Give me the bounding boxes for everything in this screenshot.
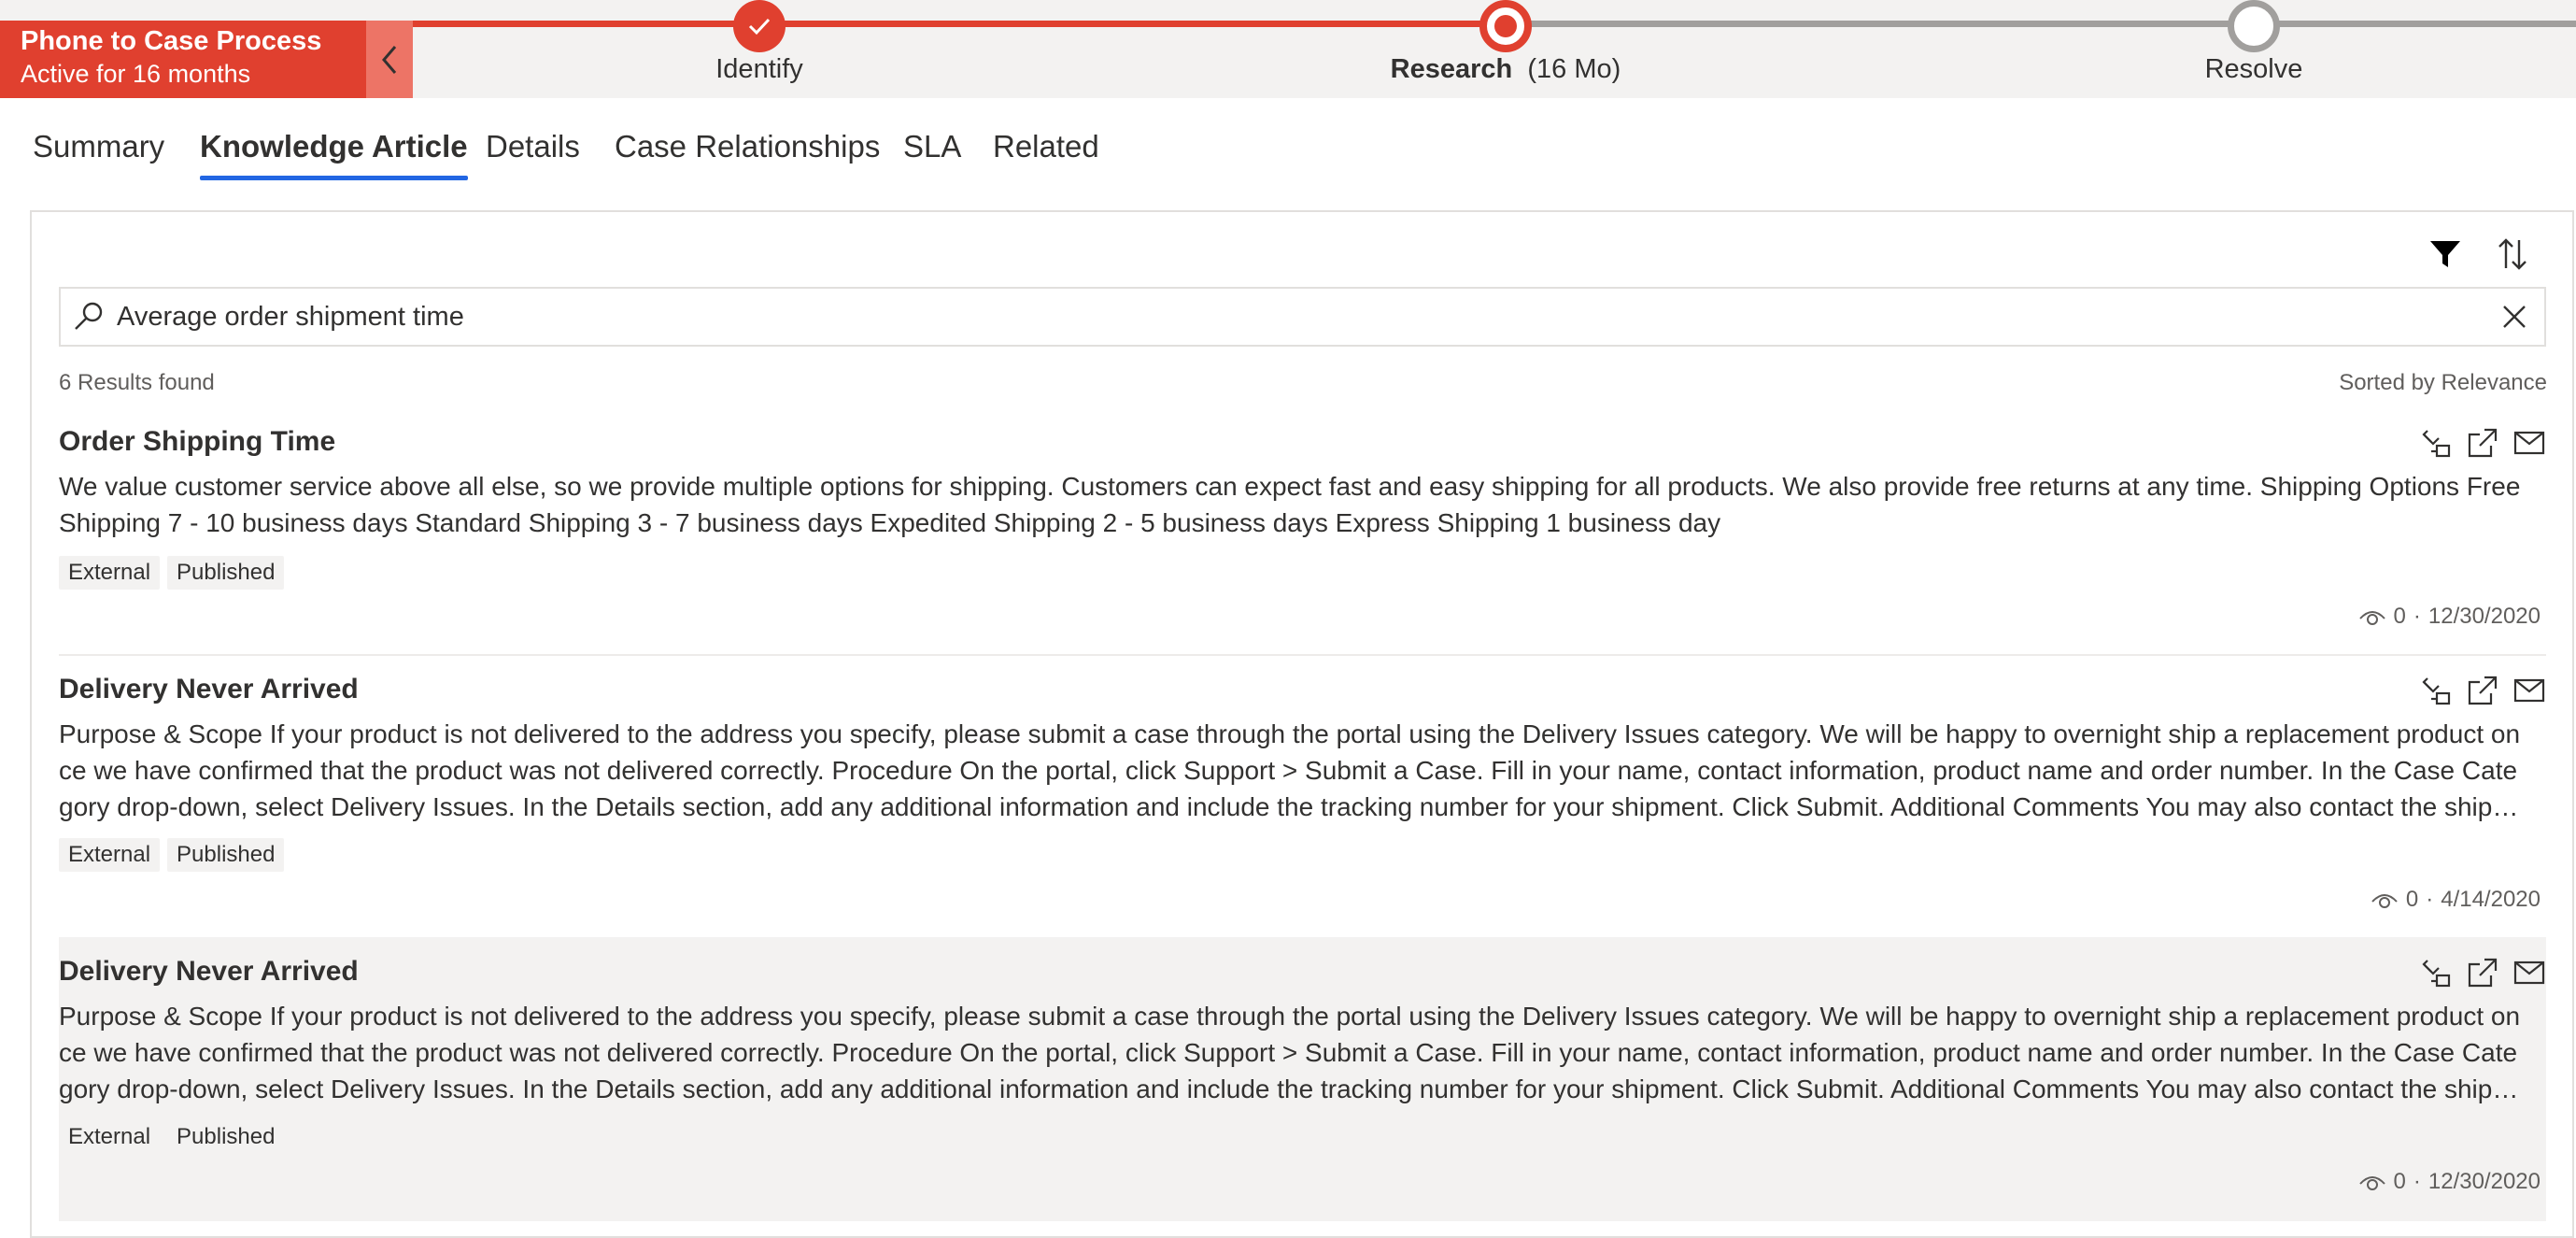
article-snippet: Purpose & Scope If your product is not d… xyxy=(59,1002,2521,1103)
sort-button[interactable] xyxy=(2492,234,2533,275)
stage-resolve[interactable]: Resolve xyxy=(2067,0,2441,98)
stage-active-icon xyxy=(1479,0,1532,52)
tag-external: External xyxy=(59,838,161,872)
open-article-button[interactable] xyxy=(2466,426,2499,460)
result-divider xyxy=(59,654,2546,656)
mail-icon xyxy=(2513,678,2545,703)
article-date: 12/30/2020 xyxy=(2427,604,2541,629)
tab-knowledge-article[interactable]: Knowledge Article xyxy=(200,129,468,180)
chevron-left-icon xyxy=(382,45,397,74)
open-article-button[interactable] xyxy=(2466,674,2499,707)
search-input[interactable] xyxy=(117,291,2470,343)
tab-case-relationships[interactable]: Case Relationships xyxy=(615,129,880,164)
link-article-button[interactable] xyxy=(2419,426,2453,460)
article-result[interactable]: Order Shipping Time We value customer se… xyxy=(59,426,2546,639)
process-title-flyout[interactable]: Phone to Case Process Active for 16 mont… xyxy=(0,21,366,98)
filter-icon xyxy=(2430,241,2460,267)
tag-published: Published xyxy=(167,556,285,590)
open-in-new-window-icon xyxy=(2468,958,2498,988)
tag-published: Published xyxy=(177,1124,276,1149)
meta-separator: · xyxy=(2413,604,2421,629)
article-title[interactable]: Delivery Never Arrived xyxy=(59,956,359,988)
tab-related[interactable]: Related xyxy=(993,129,1099,164)
clear-search-button[interactable] xyxy=(2498,300,2531,334)
stage-pending-icon xyxy=(2228,0,2280,52)
stage-identify[interactable]: Identify xyxy=(573,0,946,98)
stage-label: Identify xyxy=(715,54,803,84)
sort-icon xyxy=(2498,238,2526,270)
tab-sla[interactable]: SLA xyxy=(903,129,961,164)
link-icon xyxy=(2422,960,2451,988)
open-in-new-window-icon xyxy=(2468,676,2498,705)
article-date: 4/14/2020 xyxy=(2441,887,2541,912)
stage-label: Resolve xyxy=(2204,54,2303,84)
article-title[interactable]: Order Shipping Time xyxy=(59,426,335,458)
tag-external: External xyxy=(59,556,161,590)
link-icon xyxy=(2422,430,2451,458)
link-article-button[interactable] xyxy=(2419,956,2453,989)
filter-button[interactable] xyxy=(2425,234,2466,275)
article-date: 12/30/2020 xyxy=(2427,1169,2541,1194)
mail-icon xyxy=(2513,961,2545,985)
email-article-button[interactable] xyxy=(2512,674,2546,707)
sort-order-label: Sorted by Relevance xyxy=(2339,370,2547,395)
article-snippet: We value customer service above all else… xyxy=(59,472,2521,537)
views-eye-icon xyxy=(2358,1176,2385,1190)
results-count: 6 Results found xyxy=(59,370,215,395)
search-icon xyxy=(75,302,103,330)
open-article-button[interactable] xyxy=(2466,956,2499,989)
meta-separator: · xyxy=(2413,1169,2421,1194)
view-count: 0 xyxy=(2393,1169,2406,1194)
link-article-button[interactable] xyxy=(2419,674,2453,707)
link-icon xyxy=(2422,677,2451,705)
tab-details[interactable]: Details xyxy=(486,129,580,164)
view-count: 0 xyxy=(2405,887,2419,912)
stage-completed-check-icon xyxy=(733,0,786,52)
stage-research[interactable]: Research (16 Mo) xyxy=(1319,0,1692,98)
process-active-duration: Active for 16 months xyxy=(21,60,251,88)
article-result[interactable]: Delivery Never Arrived Purpose & Scope I… xyxy=(59,674,2546,924)
article-snippet: Purpose & Scope If your product is not d… xyxy=(59,719,2521,821)
stage-duration: (16 Mo) xyxy=(1527,54,1621,84)
mail-icon xyxy=(2513,431,2545,455)
email-article-button[interactable] xyxy=(2512,426,2546,460)
views-eye-icon xyxy=(2358,611,2385,625)
email-article-button[interactable] xyxy=(2512,956,2546,989)
view-count: 0 xyxy=(2393,604,2406,629)
tab-summary[interactable]: Summary xyxy=(33,129,164,164)
article-result[interactable]: Delivery Never Arrived Purpose & Scope I… xyxy=(59,937,2546,1221)
meta-separator: · xyxy=(2426,887,2434,912)
views-eye-icon xyxy=(2371,894,2398,908)
open-in-new-window-icon xyxy=(2468,428,2498,458)
tag-published: Published xyxy=(167,838,285,872)
tag-external: External xyxy=(68,1124,151,1149)
stage-label: Research xyxy=(1390,54,1513,84)
article-title[interactable]: Delivery Never Arrived xyxy=(59,674,359,705)
knowledge-search-box xyxy=(59,287,2546,347)
close-icon xyxy=(2503,306,2526,328)
process-name: Phone to Case Process xyxy=(21,26,322,56)
business-process-bar: Phone to Case Process Active for 16 mont… xyxy=(0,0,2576,98)
collapse-process-button[interactable] xyxy=(366,21,413,98)
